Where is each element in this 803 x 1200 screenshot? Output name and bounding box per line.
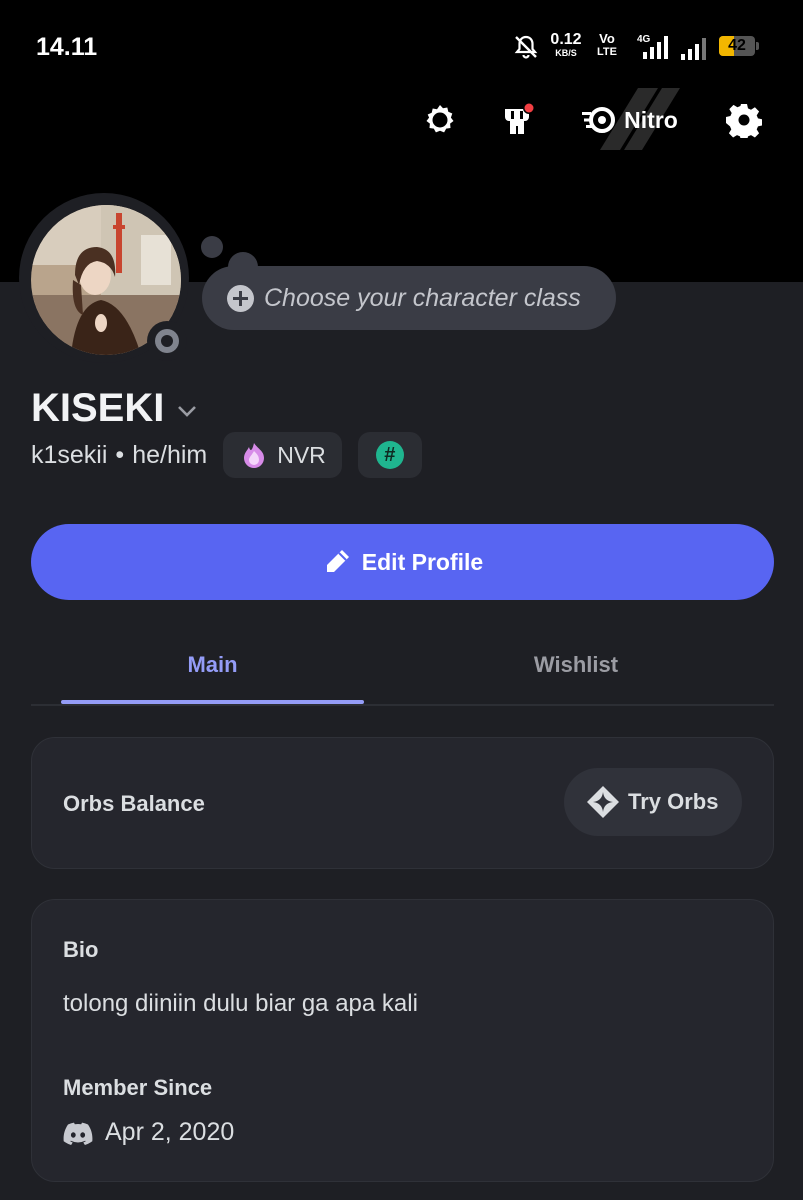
edit-profile-label: Edit Profile	[361, 548, 484, 575]
orbs-balance-card: Orbs Balance Try Orbs	[31, 737, 774, 869]
hashtag-icon: #	[375, 441, 404, 469]
username-row: k1sekii • he/him NVR #	[31, 432, 422, 478]
volte-indicator: Vo LTE	[597, 31, 617, 58]
about-card: Bio tolong diiniin dulu biar ga apa kali…	[31, 899, 774, 1182]
try-orbs-button[interactable]: Try Orbs	[564, 768, 742, 836]
avatar-container[interactable]	[19, 193, 189, 363]
member-since-row: Apr 2, 2020	[63, 1118, 234, 1147]
chevron-down-icon[interactable]	[176, 404, 198, 418]
username: k1sekii	[31, 440, 108, 469]
status-bubble-dot-small	[201, 236, 223, 258]
shop-button[interactable]	[496, 98, 540, 142]
nitro-icon	[582, 107, 616, 133]
member-since-heading: Member Since	[63, 1075, 213, 1100]
shop-icon	[505, 102, 535, 134]
orb-icon	[587, 786, 619, 818]
custom-status-button[interactable]: Choose your character class	[202, 266, 616, 330]
bio-heading: Bio	[63, 937, 99, 962]
system-status-bar: 14.11 0.12 KB/S Vo LTE 4G 42	[0, 0, 803, 95]
quest-badge-icon	[426, 105, 454, 133]
server-tag-badge[interactable]: #	[357, 432, 422, 478]
quest-button[interactable]	[418, 98, 462, 142]
orbs-balance-label: Orbs Balance	[63, 791, 205, 816]
signal-icon	[681, 38, 706, 60]
settings-button[interactable]	[722, 98, 766, 142]
nitro-label: Nitro	[624, 106, 678, 133]
profile-header-actions: Nitro	[0, 88, 803, 150]
tab-wishlist[interactable]: Wishlist	[423, 630, 729, 700]
tab-main[interactable]: Main	[61, 630, 364, 700]
svg-text:4G: 4G	[637, 34, 651, 45]
nitro-button[interactable]: Nitro	[580, 98, 680, 142]
try-orbs-label: Try Orbs	[628, 789, 719, 814]
custom-status-placeholder: Choose your character class	[264, 283, 581, 312]
pencil-icon	[326, 550, 349, 572]
clan-tag-badge[interactable]: NVR	[223, 432, 342, 478]
battery-icon: 42	[719, 36, 759, 58]
signal-4g-icon: 4G	[637, 34, 668, 59]
plus-circle-icon	[227, 284, 254, 312]
profile-tabs: Main Wishlist	[31, 630, 774, 706]
clan-tag-label: NVR	[277, 441, 326, 468]
edit-profile-button[interactable]: Edit Profile	[31, 524, 774, 600]
status-time: 14.11	[36, 33, 98, 61]
network-speed: 0.12 KB/S	[550, 31, 582, 58]
bell-muted-icon	[514, 35, 538, 59]
battery-level: 42	[728, 37, 746, 54]
settings-gear-icon	[726, 104, 762, 138]
display-name: KISEKI	[31, 386, 165, 430]
separator-dot: •	[115, 440, 125, 469]
pronouns: he/him	[132, 440, 208, 469]
bio-text: tolong diiniin dulu biar ga apa kali	[63, 990, 418, 1017]
offline-status-indicator	[147, 321, 187, 361]
member-since-date: Apr 2, 2020	[105, 1118, 235, 1146]
display-name-row[interactable]: KISEKI	[31, 386, 198, 431]
tabs-divider	[31, 704, 774, 706]
crystal-flame-icon	[244, 443, 265, 468]
discord-logo-icon	[63, 1122, 93, 1145]
